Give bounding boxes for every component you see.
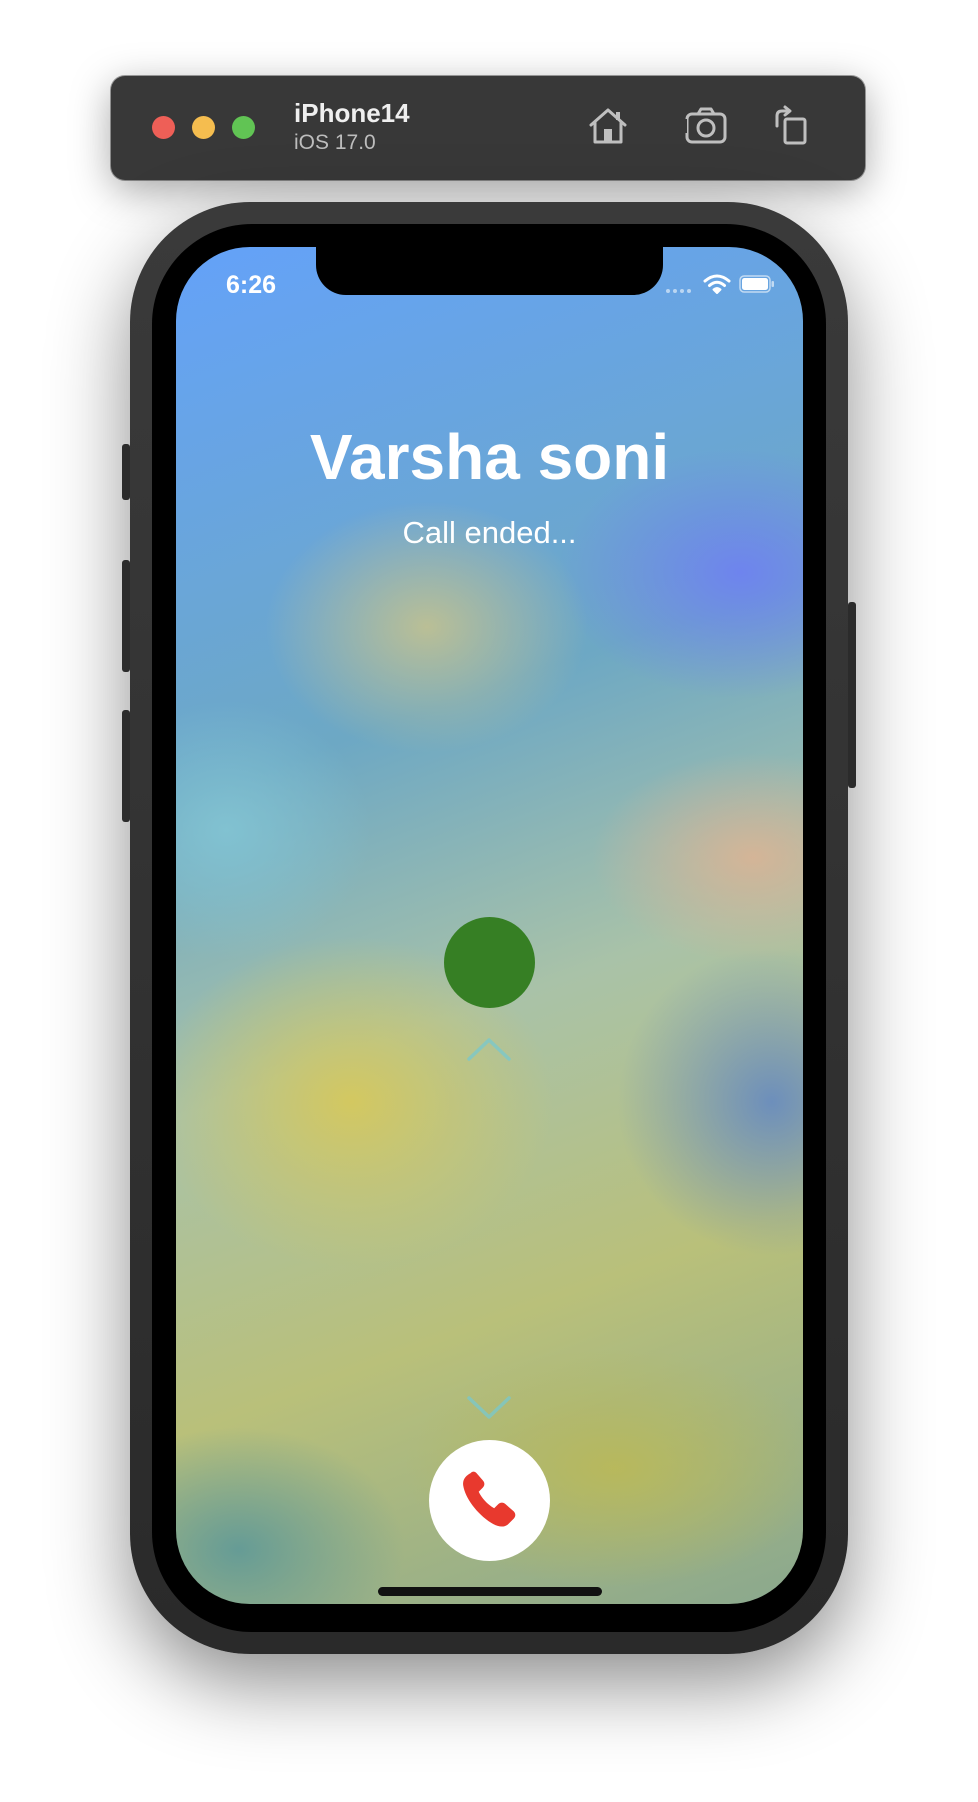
- close-window-button[interactable]: [152, 116, 175, 139]
- caller-name: Varsha soni: [309, 421, 670, 493]
- end-call-button[interactable]: [429, 1440, 550, 1561]
- minimize-window-button[interactable]: [192, 116, 215, 139]
- screenshot-button[interactable]: [682, 102, 730, 150]
- volume-up-button: [122, 560, 130, 672]
- chevron-up-icon: [467, 1038, 511, 1061]
- chevron-down-icon: [467, 1396, 511, 1419]
- home-icon: [589, 108, 627, 144]
- home-indicator[interactable]: [378, 1587, 602, 1596]
- call-status: Call ended...: [402, 515, 577, 550]
- rotate-icon: [775, 105, 807, 145]
- power-button: [848, 602, 856, 788]
- device-name: iPhone14: [294, 98, 410, 128]
- zoom-window-button[interactable]: [232, 116, 255, 139]
- home-button[interactable]: [584, 102, 632, 150]
- simulator-toolbar: iPhone14 iOS 17.0: [111, 76, 865, 180]
- mute-switch: [122, 444, 130, 500]
- rotate-button[interactable]: [767, 102, 815, 150]
- os-version: iOS 17.0: [294, 131, 376, 154]
- screenshot-icon: [683, 107, 727, 144]
- signal-icon: [666, 289, 696, 293]
- phone-screen: 6:26 Varsha soni Call ended...: [176, 247, 803, 1604]
- wifi-icon: [703, 274, 731, 294]
- battery-icon: [739, 275, 774, 293]
- volume-down-button: [122, 710, 130, 822]
- notch: [316, 247, 663, 295]
- answer-slider-knob[interactable]: [444, 917, 535, 1008]
- status-time: 6:26: [226, 271, 277, 299]
- phone-hangup-icon: [463, 1471, 516, 1527]
